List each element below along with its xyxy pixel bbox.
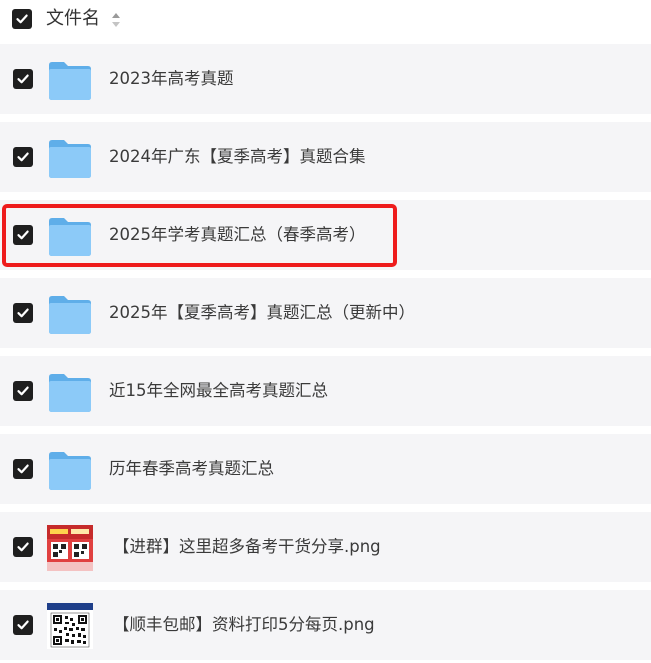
check-icon	[17, 464, 29, 474]
row-checkbox[interactable]	[13, 225, 33, 245]
folder-icon	[49, 296, 91, 334]
list-item[interactable]: 【顺丰包邮】资料打印5分每页.png	[0, 590, 651, 660]
filename-column-header[interactable]: 文件名	[46, 7, 100, 31]
check-icon	[17, 74, 29, 84]
list-item[interactable]: 2025年学考真题汇总（春季高考）	[0, 200, 651, 270]
sort-icon[interactable]	[111, 12, 121, 28]
list-item[interactable]: 2025年【夏季高考】真题汇总（更新中）	[0, 278, 651, 348]
row-checkbox[interactable]	[13, 381, 33, 401]
item-name[interactable]: 2024年广东【夏季高考】真题合集	[109, 145, 366, 169]
item-name[interactable]: 2025年学考真题汇总（春季高考）	[109, 223, 366, 247]
item-name[interactable]: 历年春季高考真题汇总	[109, 457, 274, 481]
item-name[interactable]: 近15年全网最全高考真题汇总	[109, 379, 328, 403]
row-checkbox[interactable]	[13, 69, 33, 89]
qr-code-thumbnail-icon	[47, 603, 93, 649]
item-name[interactable]: 【顺丰包邮】资料打印5分每页.png	[113, 613, 375, 637]
check-icon	[17, 230, 29, 240]
folder-icon	[49, 62, 91, 100]
row-checkbox[interactable]	[13, 459, 33, 479]
select-all-checkbox[interactable]	[12, 9, 32, 29]
row-checkbox[interactable]	[13, 303, 33, 323]
list-item[interactable]: 2023年高考真题	[0, 44, 651, 114]
item-name[interactable]: 【进群】这里超多备考干货分享.png	[113, 535, 381, 559]
row-checkbox[interactable]	[13, 615, 33, 635]
file-list-header: 文件名	[0, 0, 651, 40]
folder-icon	[49, 452, 91, 490]
folder-icon	[49, 374, 91, 412]
check-icon	[17, 308, 29, 318]
folder-icon	[49, 218, 91, 256]
file-list: 文件名 2023年高考真题 2024年广东【夏季高考】真题合集 2025年学考真…	[0, 0, 651, 663]
list-item[interactable]: 【进群】这里超多备考干货分享.png	[0, 512, 651, 582]
item-name[interactable]: 2023年高考真题	[109, 67, 234, 91]
list-item[interactable]: 近15年全网最全高考真题汇总	[0, 356, 651, 426]
item-name[interactable]: 2025年【夏季高考】真题汇总（更新中）	[109, 301, 415, 325]
folder-icon	[49, 140, 91, 178]
check-icon	[17, 620, 29, 630]
image-thumbnail-icon	[47, 525, 93, 571]
row-checkbox[interactable]	[13, 147, 33, 167]
list-item[interactable]: 历年春季高考真题汇总	[0, 434, 651, 504]
check-icon	[17, 542, 29, 552]
list-item[interactable]: 2024年广东【夏季高考】真题合集	[0, 122, 651, 192]
check-icon	[16, 14, 28, 24]
check-icon	[17, 152, 29, 162]
row-checkbox[interactable]	[13, 537, 33, 557]
check-icon	[17, 386, 29, 396]
